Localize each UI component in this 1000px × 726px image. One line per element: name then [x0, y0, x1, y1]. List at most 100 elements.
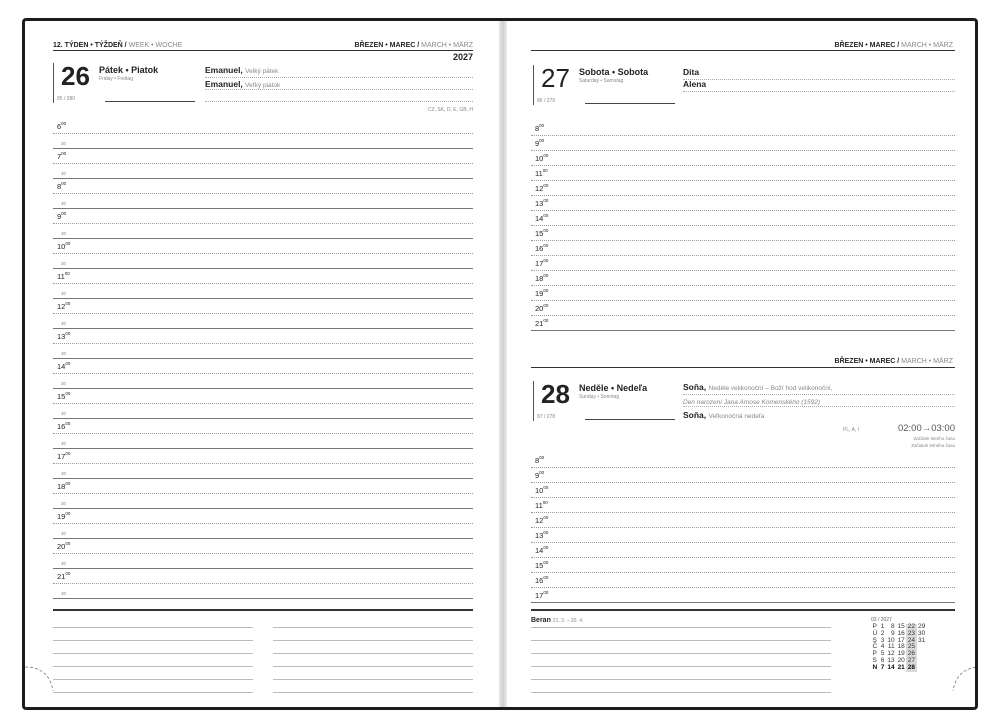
- half-hour-row[interactable]: 30: [53, 254, 473, 269]
- note-line[interactable]: [53, 628, 253, 641]
- calendar-day: 14: [887, 663, 895, 671]
- hour-row[interactable]: 800: [531, 121, 955, 136]
- hour-row[interactable]: 1900: [531, 286, 955, 301]
- hour-row[interactable]: 1100: [531, 498, 955, 513]
- note-line[interactable]: [53, 641, 253, 654]
- hour-row[interactable]: 1200: [531, 181, 955, 196]
- hour-minutes: 00: [65, 451, 71, 456]
- hour-row[interactable]: 800: [531, 453, 955, 468]
- note-line[interactable]: [531, 615, 831, 628]
- hour-row[interactable]: 1300: [531, 196, 955, 211]
- hour-row[interactable]: 700: [53, 149, 473, 164]
- hour-row[interactable]: 900: [531, 468, 955, 483]
- hour-row[interactable]: 1600: [531, 573, 955, 588]
- notes-column-right: [273, 615, 473, 693]
- hour-row[interactable]: 1500: [53, 389, 473, 404]
- hour-minutes: 00: [65, 361, 71, 366]
- hour-minutes: 00: [543, 153, 549, 158]
- name-rule: [205, 89, 473, 90]
- note-line[interactable]: [273, 654, 473, 667]
- note-line[interactable]: [531, 654, 831, 667]
- hour-minutes: 00: [65, 241, 71, 246]
- hour-minutes: 00: [61, 121, 67, 126]
- half-hour-label: 30: [61, 171, 67, 176]
- hour-label: 1700: [535, 258, 548, 268]
- hour-row[interactable]: 1300: [531, 528, 955, 543]
- half-hour-row[interactable]: 30: [53, 344, 473, 359]
- hour-row[interactable]: 1100: [53, 269, 473, 284]
- half-hour-row[interactable]: 30: [53, 404, 473, 419]
- hour-row[interactable]: 1900: [53, 509, 473, 524]
- hour-row[interactable]: 1800: [531, 271, 955, 286]
- note-line[interactable]: [273, 680, 473, 693]
- note-line[interactable]: [53, 667, 253, 680]
- note-line[interactable]: [273, 615, 473, 628]
- page-corner-mark: [25, 666, 54, 691]
- hour-row[interactable]: 2000: [531, 301, 955, 316]
- half-hour-row[interactable]: 30: [53, 164, 473, 179]
- hour-row[interactable]: 900: [53, 209, 473, 224]
- note-line[interactable]: [53, 680, 253, 693]
- name-day-detail: Velký pátek: [245, 68, 279, 75]
- note-line[interactable]: [53, 654, 253, 667]
- note-line[interactable]: [531, 667, 831, 680]
- half-hour-row[interactable]: 30: [53, 374, 473, 389]
- hour-row[interactable]: 1400: [531, 543, 955, 558]
- hour-row[interactable]: 1700: [531, 588, 955, 603]
- half-hour-row[interactable]: 30: [53, 554, 473, 569]
- hour-row[interactable]: 2100: [531, 316, 955, 331]
- half-hour-row[interactable]: 30: [53, 284, 473, 299]
- hour-schedule-friday: 600 30 700 30 800 30 900 30 1000 30 1100 30 1200 30 13…: [53, 119, 473, 599]
- name-day: Emanuel,: [205, 65, 243, 75]
- hour-row[interactable]: 1600: [531, 241, 955, 256]
- hour-row[interactable]: 1100: [531, 166, 955, 181]
- hour-row[interactable]: 2100: [53, 569, 473, 584]
- hour-row[interactable]: 1200: [531, 513, 955, 528]
- calendar-day: 31: [918, 636, 926, 644]
- half-hour-row[interactable]: 30: [53, 494, 473, 509]
- hour-row[interactable]: 1000: [531, 483, 955, 498]
- hour-minutes: 00: [65, 481, 71, 486]
- hour-row[interactable]: 1600: [53, 419, 473, 434]
- half-hour-row[interactable]: 30: [53, 314, 473, 329]
- half-hour-row[interactable]: 30: [53, 434, 473, 449]
- hour-label: 1300: [535, 198, 548, 208]
- half-hour-label: 30: [61, 441, 67, 446]
- hour-row[interactable]: 600: [53, 119, 473, 134]
- note-line[interactable]: [531, 641, 831, 654]
- half-hour-row[interactable]: 30: [53, 224, 473, 239]
- note-line[interactable]: [273, 667, 473, 680]
- note-line[interactable]: [53, 615, 253, 628]
- hour-row[interactable]: 1000: [53, 239, 473, 254]
- hour-label: 2000: [535, 303, 548, 313]
- half-hour-row[interactable]: 30: [53, 464, 473, 479]
- hour-row[interactable]: 800: [53, 179, 473, 194]
- half-hour-row[interactable]: 30: [53, 134, 473, 149]
- hour-row[interactable]: 1400: [531, 211, 955, 226]
- hour-row[interactable]: 1700: [53, 449, 473, 464]
- hour-number: 11: [535, 169, 543, 178]
- name-rule: [683, 394, 955, 395]
- note-line[interactable]: [531, 628, 831, 641]
- hour-row[interactable]: 1300: [53, 329, 473, 344]
- year-label: 2027: [452, 52, 473, 62]
- half-hour-row[interactable]: 30: [53, 194, 473, 209]
- hour-row[interactable]: 1500: [531, 226, 955, 241]
- note-line[interactable]: [531, 680, 831, 693]
- hour-row[interactable]: 1500: [531, 558, 955, 573]
- notes-rule: [53, 609, 473, 611]
- hour-label: 1200: [535, 183, 548, 193]
- hour-row[interactable]: 1200: [53, 299, 473, 314]
- hour-row[interactable]: 1400: [53, 359, 473, 374]
- calendar-day: [917, 665, 927, 672]
- note-line[interactable]: [273, 628, 473, 641]
- hour-minutes: 00: [64, 271, 70, 276]
- note-line[interactable]: [273, 641, 473, 654]
- hour-row[interactable]: 2000: [53, 539, 473, 554]
- hour-row[interactable]: 1800: [53, 479, 473, 494]
- half-hour-row[interactable]: 30: [53, 524, 473, 539]
- hour-row[interactable]: 900: [531, 136, 955, 151]
- hour-row[interactable]: 1700: [531, 256, 955, 271]
- half-hour-row[interactable]: 30: [53, 584, 473, 599]
- hour-row[interactable]: 1000: [531, 151, 955, 166]
